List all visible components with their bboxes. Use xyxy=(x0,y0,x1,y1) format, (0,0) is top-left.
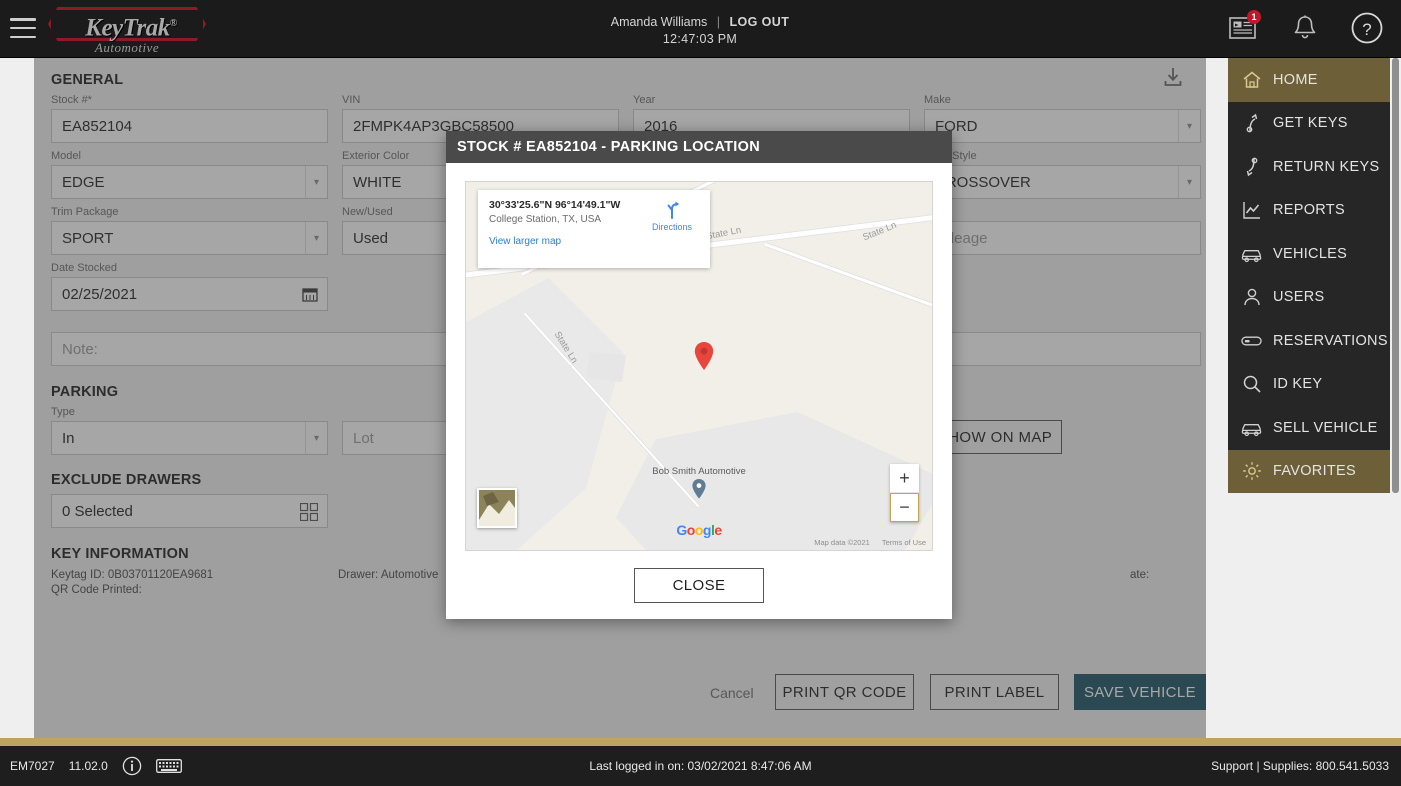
support-text[interactable]: Support | Supplies: 800.541.5033 xyxy=(1211,759,1389,773)
key-down-arrow-icon xyxy=(1241,156,1262,177)
user-icon xyxy=(1241,287,1262,308)
parking-location-modal: STOCK # EA852104 - PARKING LOCATION Stat… xyxy=(446,131,952,619)
logo-letter: o xyxy=(694,522,704,538)
modal-footer: CLOSE xyxy=(465,568,933,603)
hamburger-icon[interactable] xyxy=(10,18,36,38)
logo-subtitle: Automotive xyxy=(94,40,160,55)
sidebar-item-label: HOME xyxy=(1273,71,1318,88)
clock: 12:47:03 PM xyxy=(662,32,738,46)
app-root: KeyTrak® Automotive Amanda Williams | LO… xyxy=(0,0,1401,786)
directions-label: Directions xyxy=(651,222,692,232)
chart-icon xyxy=(1241,200,1262,221)
user-name: Amanda Williams xyxy=(610,15,708,29)
map-poi[interactable]: Bob Smith Automotive xyxy=(644,466,754,504)
poi-label: Bob Smith Automotive xyxy=(652,466,746,477)
map-info-card: 30°33'25.6"N 96°14'49.1"W College Statio… xyxy=(478,190,710,268)
gear-icon xyxy=(1241,461,1262,482)
sidebar-item-label: SELL VEHICLE xyxy=(1273,419,1378,436)
sidebar-item-users[interactable]: USERS xyxy=(1228,276,1390,320)
directions-icon xyxy=(667,201,679,219)
main-navigation: HOME GET KEYS RETURN KEYS REPORTS VEHICL… xyxy=(1228,58,1390,493)
messages-icon[interactable]: 1 xyxy=(1223,8,1263,48)
sidebar-item-label: GET KEYS xyxy=(1273,115,1348,132)
logo-text: KeyTrak xyxy=(85,14,170,42)
key-up-arrow-icon xyxy=(1241,113,1262,134)
help-icon[interactable]: ? xyxy=(1347,8,1387,48)
sidebar-item-sell-vehicle[interactable]: SELL VEHICLE xyxy=(1228,406,1390,450)
sidebar-item-reservations[interactable]: RESERVATIONS xyxy=(1228,319,1390,363)
map-zoom-controls: + − xyxy=(890,464,919,522)
sidebar-item-label: REPORTS xyxy=(1273,202,1345,219)
car-icon xyxy=(1241,243,1262,264)
gold-divider xyxy=(0,738,1401,746)
sidebar-item-reports[interactable]: REPORTS xyxy=(1228,189,1390,233)
map-canvas[interactable]: State Ln State Ln State Ln 30°33'25.6"N … xyxy=(465,181,933,551)
sidebar-item-home[interactable]: HOME xyxy=(1228,58,1390,102)
separator: | xyxy=(716,15,721,29)
logout-button[interactable]: LOG OUT xyxy=(730,15,790,29)
sidebar-item-favorites[interactable]: FAVORITES xyxy=(1228,449,1390,493)
top-bar: KeyTrak® Automotive Amanda Williams | LO… xyxy=(0,0,1401,58)
map-marker-icon xyxy=(644,479,754,504)
map-road-right xyxy=(764,242,932,326)
messages-badge: 1 xyxy=(1247,10,1261,24)
modal-title: STOCK # EA852104 - PARKING LOCATION xyxy=(446,131,952,163)
status-bar: EM7027 11.02.0 Last logged in on: 03/02/… xyxy=(0,746,1401,786)
google-logo: Google xyxy=(676,522,722,538)
sidebar-item-label: VEHICLES xyxy=(1273,245,1348,262)
map-building xyxy=(586,352,626,382)
map-attribution: Map data ©2021 Terms of Use xyxy=(814,538,926,547)
svg-text:?: ? xyxy=(1362,20,1371,39)
keytag-icon xyxy=(1241,330,1262,351)
sidebar-item-id-key[interactable]: ID KEY xyxy=(1228,363,1390,407)
sidebar-item-label: RESERVATIONS xyxy=(1273,332,1388,349)
sidebar-item-label: FAVORITES xyxy=(1273,463,1357,480)
sidebar-item-label: RETURN KEYS xyxy=(1273,158,1380,175)
sidebar-item-label: ID KEY xyxy=(1273,376,1323,393)
logo-registered-mark: ® xyxy=(169,18,177,29)
sidebar-item-return-keys[interactable]: RETURN KEYS xyxy=(1228,145,1390,189)
map-pin-icon[interactable] xyxy=(694,342,714,370)
navigation-scrollbar[interactable] xyxy=(1392,58,1399,493)
user-session-block: Amanda Williams | LOG OUT 12:47:03 PM xyxy=(500,14,900,48)
magnifier-icon xyxy=(1241,374,1262,395)
last-login-text: Last logged in on: 03/02/2021 8:47:06 AM xyxy=(589,759,812,773)
top-icon-group: 1 ? xyxy=(1223,8,1387,48)
zoom-out-button[interactable]: − xyxy=(890,493,919,522)
zoom-in-button[interactable]: + xyxy=(890,464,919,493)
home-icon xyxy=(1241,69,1262,90)
logo-letter: e xyxy=(714,522,722,538)
bell-icon[interactable] xyxy=(1285,8,1325,48)
car-icon xyxy=(1241,417,1262,438)
logo-letter: G xyxy=(676,522,687,538)
logo-letter: g xyxy=(702,522,712,538)
satellite-toggle-button[interactable] xyxy=(477,488,517,528)
sidebar-item-vehicles[interactable]: VEHICLES xyxy=(1228,232,1390,276)
keytrak-logo: KeyTrak® Automotive xyxy=(48,5,208,55)
modal-body: State Ln State Ln State Ln 30°33'25.6"N … xyxy=(446,163,952,603)
sidebar-item-get-keys[interactable]: GET KEYS xyxy=(1228,102,1390,146)
view-larger-map-link[interactable]: View larger map xyxy=(489,236,699,247)
logo-wordmark: KeyTrak® xyxy=(56,9,206,43)
modal-close-button[interactable]: CLOSE xyxy=(634,568,764,603)
sidebar-item-label: USERS xyxy=(1273,289,1325,306)
page-gutter-left xyxy=(0,58,34,738)
terms-of-use-link[interactable]: Terms of Use xyxy=(882,538,926,547)
directions-button[interactable]: Directions xyxy=(646,200,698,232)
map-data-text: Map data ©2021 xyxy=(814,538,870,547)
